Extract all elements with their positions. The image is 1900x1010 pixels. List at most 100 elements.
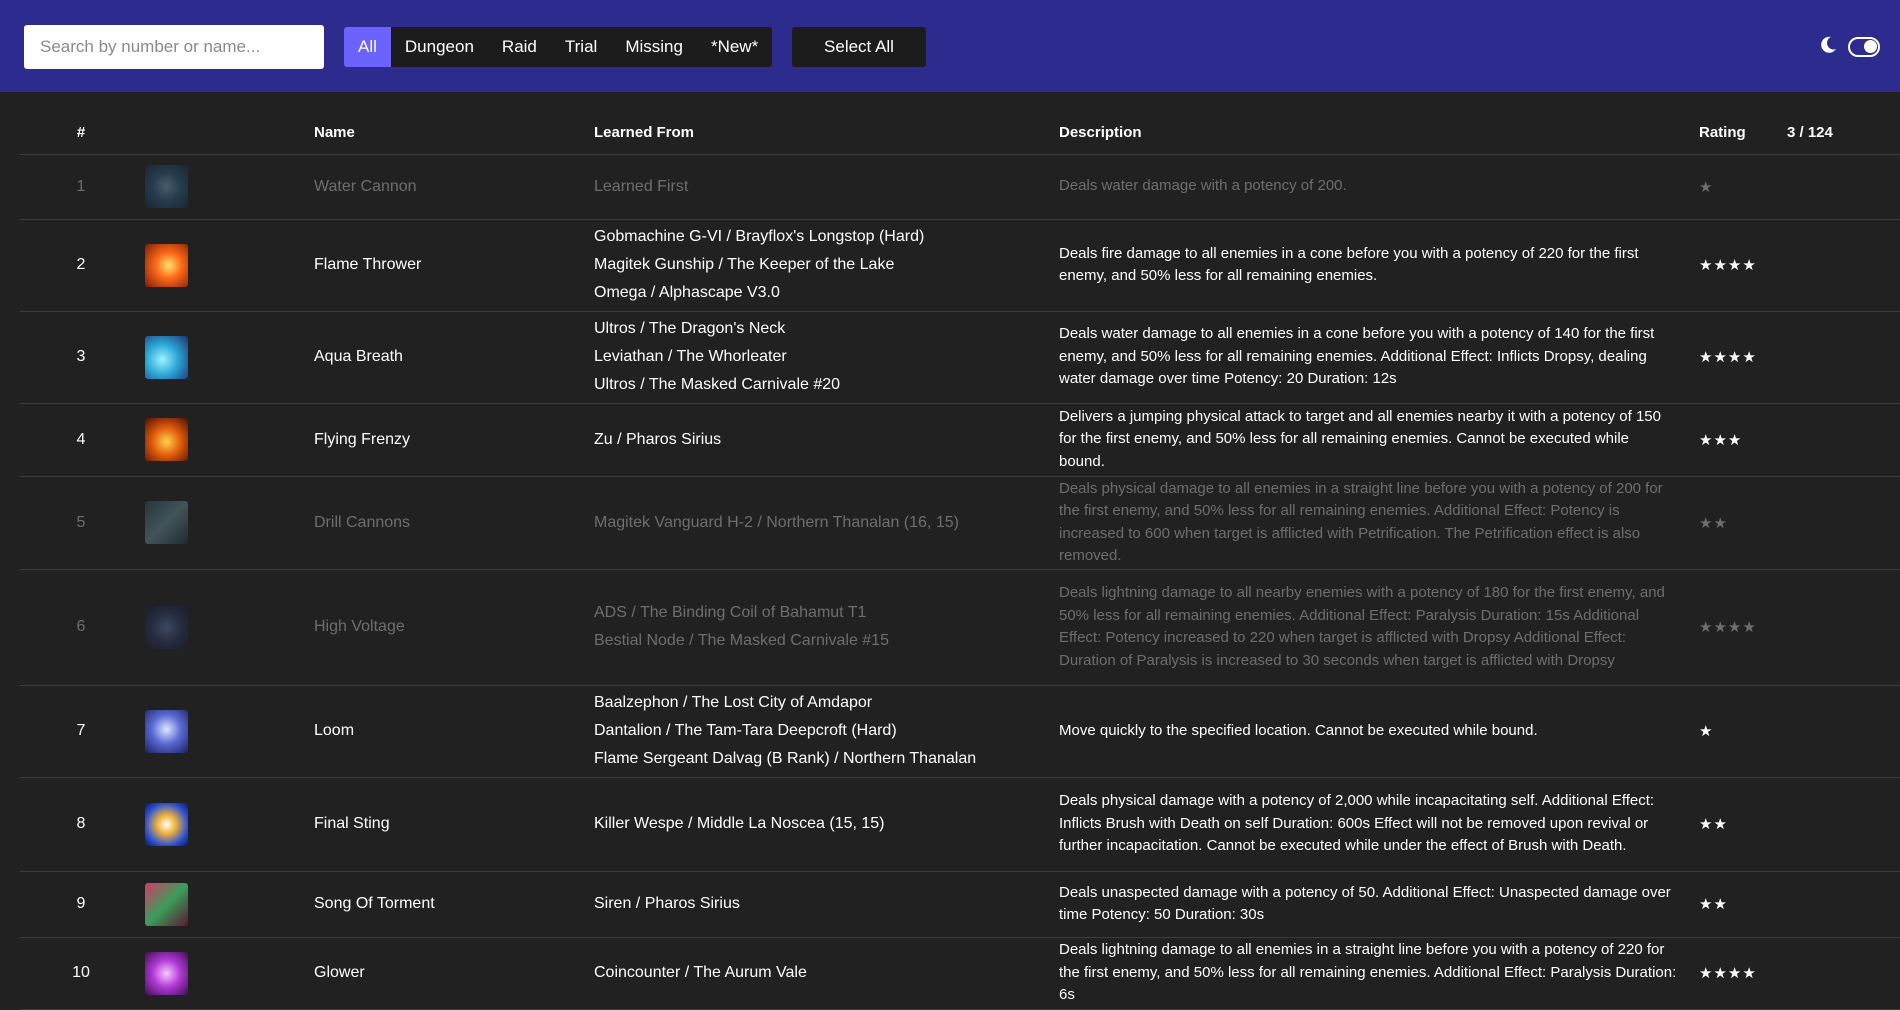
row-description: Deals physical damage to all enemies in … — [1059, 476, 1699, 570]
filter-new[interactable]: *New* — [697, 27, 772, 67]
filter-missing[interactable]: Missing — [611, 27, 697, 67]
header-icon — [142, 112, 314, 155]
search-input[interactable] — [24, 25, 324, 69]
theme-toggle[interactable] — [1848, 37, 1880, 57]
source-line: Ultros / The Dragon's Neck — [594, 320, 786, 337]
toggle-knob — [1864, 40, 1877, 53]
source-line: Magitek Gunship / The Keeper of the Lake — [594, 256, 895, 273]
table-row[interactable]: 4 Flying Frenzy Zu / Pharos Sirius Deliv… — [20, 403, 1900, 477]
glower-icon — [145, 951, 188, 995]
row-number: 10 — [20, 937, 142, 1010]
row-name: Aqua Breath — [314, 311, 594, 404]
header-description: Description — [1059, 112, 1699, 155]
row-name: Drill Cannons — [314, 476, 594, 570]
row-number: 1 — [20, 154, 142, 220]
header-rating[interactable]: Rating — [1699, 112, 1787, 155]
row-number: 9 — [20, 871, 142, 938]
header-learned-from[interactable]: Learned From — [594, 112, 1059, 155]
source-line: ADS / The Binding Coil of Bahamut T1 — [594, 604, 867, 621]
row-name: Flying Frenzy — [314, 403, 594, 477]
header-number[interactable]: # — [20, 112, 142, 155]
row-learned-from: Gobmachine G-VI / Brayflox's Longstop (H… — [594, 219, 1059, 312]
header-name[interactable]: Name — [314, 112, 594, 155]
row-name: Loom — [314, 685, 594, 778]
source-line: Zu / Pharos Sirius — [594, 430, 722, 448]
source-line: Ultros / The Masked Carnivale #20 — [594, 376, 841, 393]
source-line: Siren / Pharos Sirius — [594, 895, 740, 912]
row-description: Deals water damage to all enemies in a c… — [1059, 311, 1699, 404]
table-row[interactable]: 7 Loom Baalzephon / The Lost City of Amd… — [20, 685, 1900, 778]
row-description: Deals lightning damage to all enemies in… — [1059, 937, 1699, 1010]
filter-all[interactable]: All — [344, 27, 391, 67]
row-number: 5 — [20, 476, 142, 570]
row-number: 8 — [20, 777, 142, 872]
row-rating: ★★★★ — [1699, 311, 1787, 404]
drill-cannons-icon — [145, 501, 188, 544]
high-voltage-icon — [145, 605, 188, 649]
row-learned-from: Siren / Pharos Sirius — [594, 871, 1059, 938]
source-line: Magitek Vanguard H-2 / Northern Thanalan… — [594, 513, 959, 531]
source-line: Learned First — [594, 177, 689, 195]
row-number: 2 — [20, 219, 142, 312]
row-description: Deals lightning damage to all nearby ene… — [1059, 569, 1699, 686]
top-bar: All Dungeon Raid Trial Missing *New* Sel… — [0, 0, 1900, 92]
row-name: Flame Thrower — [314, 219, 594, 312]
row-rating: ★ — [1699, 685, 1787, 778]
row-name: High Voltage — [314, 569, 594, 686]
row-learned-from: ADS / The Binding Coil of Bahamut T1 Bes… — [594, 569, 1059, 686]
table-row[interactable]: 8 Final Sting Killer Wespe / Middle La N… — [20, 777, 1900, 872]
row-learned-from: Magitek Vanguard H-2 / Northern Thanalan… — [594, 476, 1059, 570]
filter-group: All Dungeon Raid Trial Missing *New* — [344, 27, 773, 67]
table-row[interactable]: 9 Song Of Torment Siren / Pharos Sirius … — [20, 871, 1900, 938]
source-line: Dantalion / The Tam-Tara Deepcroft (Hard… — [594, 722, 897, 739]
row-rating: ★★★ — [1699, 403, 1787, 477]
row-rating: ★★ — [1699, 777, 1787, 872]
row-description: Deals unaspected damage with a potency o… — [1059, 871, 1699, 938]
table-row[interactable]: 10 Glower Coincounter / The Aurum Vale D… — [20, 937, 1900, 1010]
aqua-breath-icon — [145, 335, 188, 379]
row-rating: ★★ — [1699, 871, 1787, 938]
source-line: Gobmachine G-VI / Brayflox's Longstop (H… — [594, 228, 925, 245]
row-rating: ★ — [1699, 154, 1787, 220]
row-learned-from: Ultros / The Dragon's Neck Leviathan / T… — [594, 311, 1059, 404]
moon-icon — [1821, 36, 1836, 53]
source-line: Omega / Alphascape V3.0 — [594, 284, 780, 301]
row-description: Delivers a jumping physical attack to ta… — [1059, 403, 1699, 477]
filter-dungeon[interactable]: Dungeon — [391, 27, 488, 67]
row-learned-from: Coincounter / The Aurum Vale — [594, 937, 1059, 1010]
row-number: 7 — [20, 685, 142, 778]
row-name: Water Cannon — [314, 154, 594, 220]
table-row[interactable]: 2 Flame Thrower Gobmachine G-VI / Brayfl… — [20, 219, 1900, 312]
source-line: Coincounter / The Aurum Vale — [594, 964, 807, 981]
table-row[interactable]: 5 Drill Cannons Magitek Vanguard H-2 / N… — [20, 476, 1900, 570]
row-description: Deals physical damage with a potency of … — [1059, 777, 1699, 872]
source-line: Bestial Node / The Masked Carnivale #15 — [594, 632, 889, 649]
row-number: 3 — [20, 311, 142, 404]
row-learned-from: Zu / Pharos Sirius — [594, 403, 1059, 477]
flame-thrower-icon — [145, 243, 188, 287]
select-all-button[interactable]: Select All — [792, 27, 926, 67]
water-cannon-icon — [145, 165, 188, 208]
row-number: 4 — [20, 403, 142, 477]
row-name: Glower — [314, 937, 594, 1010]
source-line: Baalzephon / The Lost City of Amdapor — [594, 694, 873, 711]
row-number: 6 — [20, 569, 142, 686]
row-name: Final Sting — [314, 777, 594, 872]
spell-table: # Name Learned From Description Rating 3… — [20, 112, 1900, 1010]
table-row[interactable]: 1 Water Cannon Learned First Deals water… — [20, 154, 1900, 220]
table-row[interactable]: 6 High Voltage ADS / The Binding Coil of… — [20, 569, 1900, 686]
row-learned-from: Baalzephon / The Lost City of Amdapor Da… — [594, 685, 1059, 778]
row-description: Move quickly to the specified location. … — [1059, 685, 1699, 778]
row-rating: ★★ — [1699, 476, 1787, 570]
source-line: Flame Sergeant Dalvag (B Rank) / Norther… — [594, 750, 977, 767]
row-learned-from: Killer Wespe / Middle La Noscea (15, 15) — [594, 777, 1059, 872]
source-line: Killer Wespe / Middle La Noscea (15, 15) — [594, 815, 885, 832]
row-rating: ★★★★ — [1699, 219, 1787, 312]
table-row[interactable]: 3 Aqua Breath Ultros / The Dragon's Neck… — [20, 311, 1900, 404]
row-rating: ★★★★ — [1699, 937, 1787, 1010]
filter-trial[interactable]: Trial — [551, 27, 611, 67]
row-description: Deals fire damage to all enemies in a co… — [1059, 219, 1699, 312]
filter-raid[interactable]: Raid — [488, 27, 551, 67]
song-of-torment-icon — [145, 882, 188, 926]
table-header-row: # Name Learned From Description Rating 3… — [20, 112, 1900, 155]
